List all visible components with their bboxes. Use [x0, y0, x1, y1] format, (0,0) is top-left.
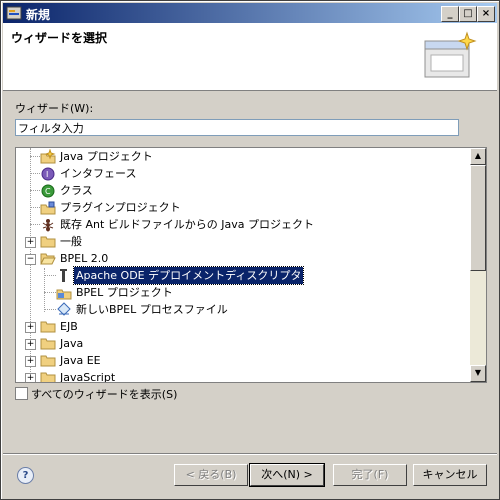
tree-item-label: EJB: [60, 320, 78, 333]
cancel-button[interactable]: キャンセル: [413, 464, 487, 486]
wizard-label: ウィザード(W):: [15, 102, 94, 115]
tree-item-label: 新しいBPEL プロセスファイル: [76, 303, 228, 316]
button-bar-separator: [3, 453, 497, 455]
maximize-button[interactable]: □: [459, 6, 477, 22]
tree-item-apache-ode[interactable]: Apache ODE デプロイメントディスクリプタ: [16, 266, 466, 285]
tree-item-java-project[interactable]: Java プロジェクト: [16, 148, 466, 165]
ant-icon: [42, 219, 54, 232]
tree-scrollbar[interactable]: ▲ ▼: [470, 148, 486, 382]
wizard-header: ウィザードを選択: [3, 23, 497, 91]
wizard-banner-icon: [424, 31, 477, 78]
deploy-descriptor-icon: [60, 269, 67, 282]
class-icon: C: [41, 184, 55, 198]
folder-icon: [40, 338, 56, 350]
tree-item-label: プラグインプロジェクト: [60, 201, 181, 214]
eclipse-app-icon: [6, 6, 22, 20]
tree-item-javascript[interactable]: + JavaScript: [16, 369, 466, 383]
header-title: ウィザードを選択: [11, 31, 108, 45]
filter-input[interactable]: [15, 119, 459, 136]
java-project-icon: [40, 149, 56, 164]
svg-text:C: C: [45, 187, 51, 196]
tree-item-label: Apache ODE デプロイメントディスクリプタ: [72, 266, 305, 285]
interface-icon: I: [41, 167, 55, 181]
tree-item-label: 一般: [60, 235, 82, 248]
bpel-project-icon: [56, 289, 72, 300]
wizard-tree[interactable]: Java プロジェクト I インタフェース C クラス プラグインプロジェクト …: [15, 147, 487, 383]
tree-item-label: インタフェース: [60, 167, 137, 180]
expand-icon[interactable]: +: [25, 373, 36, 382]
folder-icon: [40, 321, 56, 333]
expand-icon[interactable]: +: [25, 339, 36, 350]
folder-open-icon: [40, 253, 56, 265]
title-bar[interactable]: 新規 _ □ ×: [3, 3, 497, 23]
tree-item-ejb[interactable]: + EJB: [16, 318, 466, 335]
expand-icon[interactable]: +: [25, 356, 36, 367]
tree-item-label: BPEL 2.0: [60, 252, 109, 265]
tree-item-label: 既存 Ant ビルドファイルからの Java プロジェクト: [60, 218, 315, 231]
close-button[interactable]: ×: [477, 6, 495, 22]
tree-item-label: Java EE: [60, 354, 101, 367]
folder-icon: [40, 355, 56, 367]
tree-item-bpel[interactable]: − BPEL 2.0: [16, 250, 466, 267]
new-wizard-dialog: 新規 _ □ × ウィザードを選択 ウィザード(W): Java プロジェクト: [0, 0, 500, 500]
tree-item-class[interactable]: C クラス: [16, 182, 466, 199]
checkbox-box[interactable]: [15, 387, 28, 400]
svg-text:I: I: [46, 170, 48, 179]
tree-item-label: JavaScript: [60, 371, 116, 383]
scroll-up-icon[interactable]: ▲: [470, 148, 486, 165]
finish-button[interactable]: 完了(F): [333, 464, 407, 486]
back-button[interactable]: < 戻る(B): [174, 464, 248, 486]
tree-item-bpel-project[interactable]: BPEL プロジェクト: [16, 284, 466, 301]
tree-item-label: Java: [60, 337, 84, 350]
tree-item-java[interactable]: + Java: [16, 335, 466, 352]
tree-item-label: クラス: [60, 184, 93, 197]
show-all-label: すべてのウィザードを表示(S): [31, 388, 178, 401]
tree-item-general[interactable]: + 一般: [16, 233, 466, 250]
expand-icon[interactable]: +: [25, 237, 36, 248]
tree-item-java-ee[interactable]: + Java EE: [16, 352, 466, 369]
folder-icon: [40, 372, 56, 382]
tree-item-plugin-project[interactable]: プラグインプロジェクト: [16, 199, 466, 216]
window-title: 新規: [26, 8, 51, 22]
bpel-process-icon: [57, 302, 71, 316]
scroll-thumb[interactable]: [470, 165, 486, 271]
help-icon[interactable]: ?: [17, 467, 34, 484]
collapse-icon[interactable]: −: [25, 254, 36, 265]
minimize-button[interactable]: _: [441, 6, 459, 22]
tree-item-label: BPEL プロジェクト: [76, 286, 173, 299]
tree-item-ant-java-project[interactable]: 既存 Ant ビルドファイルからの Java プロジェクト: [16, 216, 466, 233]
next-button[interactable]: 次へ(N) >: [249, 463, 325, 487]
tree-item-interface[interactable]: I インタフェース: [16, 165, 466, 182]
expand-icon[interactable]: +: [25, 322, 36, 333]
scroll-down-icon[interactable]: ▼: [470, 365, 486, 382]
folder-icon: [40, 236, 56, 248]
plugin-project-icon: [40, 201, 56, 215]
tree-item-label: Java プロジェクト: [60, 150, 153, 163]
tree-item-bpel-process[interactable]: 新しいBPEL プロセスファイル: [16, 301, 466, 318]
